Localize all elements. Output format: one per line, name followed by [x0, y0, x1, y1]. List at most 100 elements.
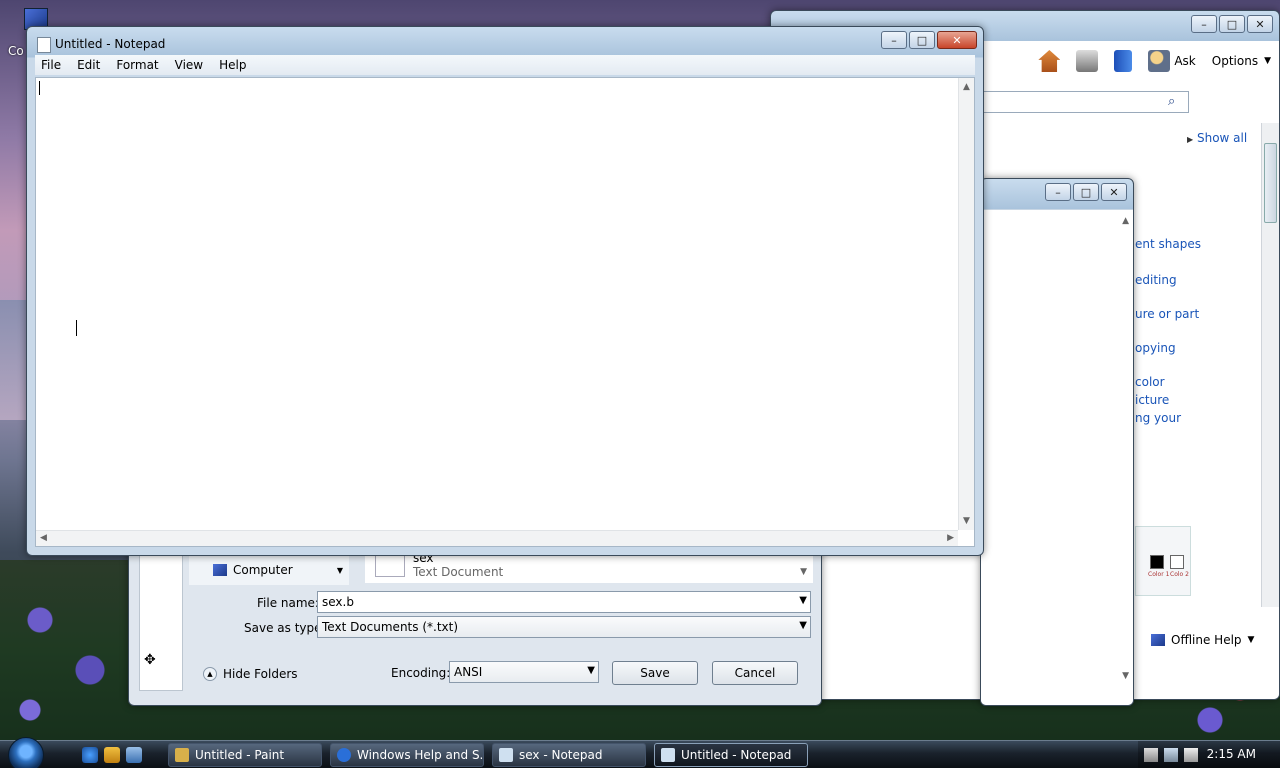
display-icon[interactable] [1164, 748, 1178, 762]
help-minimize-button[interactable]: – [1191, 15, 1217, 33]
ask-icon [1148, 50, 1171, 72]
volume-icon[interactable] [1184, 748, 1198, 762]
dialog-left-panel: ✥ [139, 541, 183, 691]
sex-notepad-window: – □ ✕ ▲ ▼ [980, 178, 1134, 706]
show-all-link[interactable]: ▶ Show all [1187, 131, 1247, 145]
maximize-button[interactable]: □ [909, 31, 935, 49]
mid-minimize-button[interactable]: – [1045, 183, 1071, 201]
search-icon[interactable]: ⌕ [1168, 94, 1184, 110]
notepad-icon[interactable] [37, 37, 51, 53]
save-as-dialog: ✥ Computer ▼ sex Text Document ▼ File na… [128, 540, 822, 706]
save-type-label: Save as type: [244, 621, 326, 635]
chevron-down-icon[interactable]: ▼ [799, 620, 807, 631]
help-topic-link[interactable]: opying [1135, 339, 1176, 357]
taskbar-item-sex-notepad[interactable]: sex - Notepad [492, 743, 646, 767]
help-topic-link[interactable]: ent shapes [1135, 235, 1201, 253]
notepad-icon [661, 748, 675, 762]
scroll-down-icon[interactable]: ▼ [1122, 671, 1129, 681]
swatch-label: Colo 2 [1170, 571, 1189, 578]
help-topic-link[interactable]: color [1135, 373, 1165, 391]
taskbar: Untitled - Paint Windows Help and S... s… [0, 737, 1280, 768]
desktop-icon-label: Co [8, 44, 24, 58]
mid-maximize-button[interactable]: □ [1073, 183, 1099, 201]
help-vertical-scrollbar[interactable] [1261, 123, 1279, 607]
menu-edit[interactable]: Edit [77, 58, 100, 72]
mid-title-buttons: – □ ✕ [1045, 183, 1127, 201]
internet-explorer-icon[interactable] [82, 747, 98, 763]
browse-help-icon[interactable] [1114, 50, 1133, 72]
chevron-down-icon[interactable]: ▼ [799, 595, 807, 606]
file-name-field[interactable]: sex.b ▼ [317, 591, 811, 613]
system-tray: 2:15 AM [1138, 741, 1280, 768]
help-topic-link[interactable]: ng your [1135, 409, 1181, 427]
menu-view[interactable]: View [175, 58, 203, 72]
computer-icon [1151, 634, 1165, 646]
save-button[interactable]: Save [612, 661, 698, 685]
scroll-up-icon[interactable]: ▲ [1122, 216, 1129, 226]
menu-format[interactable]: Format [116, 58, 158, 72]
help-title-buttons: – □ ✕ [1191, 15, 1273, 33]
offline-help-button[interactable]: Offline Help ▼ [1151, 633, 1254, 647]
cancel-button[interactable]: Cancel [712, 661, 798, 685]
chevron-down-icon[interactable]: ▼ [587, 665, 595, 676]
taskbar-item-untitled-notepad[interactable]: Untitled - Notepad [654, 743, 808, 767]
menu-help[interactable]: Help [219, 58, 246, 72]
network-icon[interactable] [1144, 748, 1158, 762]
help-close-button[interactable]: ✕ [1247, 15, 1273, 33]
start-button[interactable] [8, 737, 44, 768]
minimize-button[interactable]: – [881, 31, 907, 49]
computer-icon [213, 564, 227, 576]
help-topic-link[interactable]: icture [1135, 391, 1169, 409]
encoding-select[interactable]: ANSI ▼ [449, 661, 599, 683]
save-type-select[interactable]: Text Documents (*.txt) ▼ [317, 616, 811, 638]
menu-file[interactable]: File [41, 58, 61, 72]
help-toolbar: Ask Options ▼ [981, 45, 1271, 77]
color-swatch [1170, 555, 1184, 569]
swatch-label: Color 1 [1148, 571, 1170, 578]
home-icon[interactable] [1038, 50, 1061, 72]
taskbar-item-paint[interactable]: Untitled - Paint [168, 743, 322, 767]
hide-folders-button[interactable]: ▲ Hide Folders [203, 667, 298, 681]
help-topic-link[interactable]: editing [1135, 271, 1177, 289]
help-icon [337, 748, 351, 762]
color-swatch [1150, 555, 1164, 569]
file-name-label: File name: [257, 596, 319, 610]
chevron-down-icon[interactable]: ▼ [337, 566, 343, 575]
paint-icon [175, 748, 189, 762]
help-scrollbar-thumb[interactable] [1264, 143, 1277, 223]
help-search-input[interactable]: ⌕ [981, 91, 1189, 113]
notepad-window: Untitled - Notepad – □ ✕ File Edit Forma… [26, 26, 984, 556]
window-title: Untitled - Notepad [55, 37, 166, 51]
mid-close-button[interactable]: ✕ [1101, 183, 1127, 201]
scroll-left-icon[interactable]: ◀ [40, 533, 47, 543]
chevron-up-icon: ▲ [203, 667, 217, 681]
taskbar-item-help[interactable]: Windows Help and S... [330, 743, 484, 767]
help-maximize-button[interactable]: □ [1219, 15, 1245, 33]
chevron-down-icon: ▼ [1264, 56, 1271, 66]
mid-edit-area[interactable]: ▲ ▼ [981, 209, 1133, 705]
media-player-icon[interactable] [104, 747, 120, 763]
scroll-down-icon[interactable]: ▼ [800, 567, 807, 577]
text-caret [39, 81, 40, 95]
text-editor-area[interactable]: ▲ ▼ ◀ ▶ [35, 77, 975, 547]
horizontal-scrollbar[interactable]: ◀ ▶ [36, 530, 958, 546]
nav-computer-item[interactable]: Computer ▼ [189, 555, 349, 585]
ask-button[interactable]: Ask [1148, 50, 1196, 72]
help-topic-link[interactable]: ure or part [1135, 305, 1199, 323]
scroll-right-icon[interactable]: ▶ [947, 533, 954, 543]
vertical-scrollbar[interactable]: ▲ ▼ [958, 78, 974, 530]
close-button[interactable]: ✕ [937, 31, 977, 49]
move-icon[interactable]: ✥ [144, 652, 156, 668]
clock[interactable]: 2:15 AM [1207, 747, 1256, 761]
options-button[interactable]: Options ▼ [1212, 54, 1271, 68]
encoding-label: Encoding: [391, 666, 451, 680]
switch-windows-icon[interactable] [126, 747, 142, 763]
scroll-down-icon[interactable]: ▼ [963, 516, 970, 526]
chevron-down-icon: ▼ [1247, 635, 1255, 645]
notepad-title-buttons: – □ ✕ [881, 31, 977, 49]
notepad-icon [499, 748, 513, 762]
menu-bar: File Edit Format View Help [35, 55, 975, 75]
scroll-up-icon[interactable]: ▲ [963, 82, 970, 92]
print-icon[interactable] [1076, 50, 1099, 72]
ibeam-cursor-icon [76, 320, 82, 336]
